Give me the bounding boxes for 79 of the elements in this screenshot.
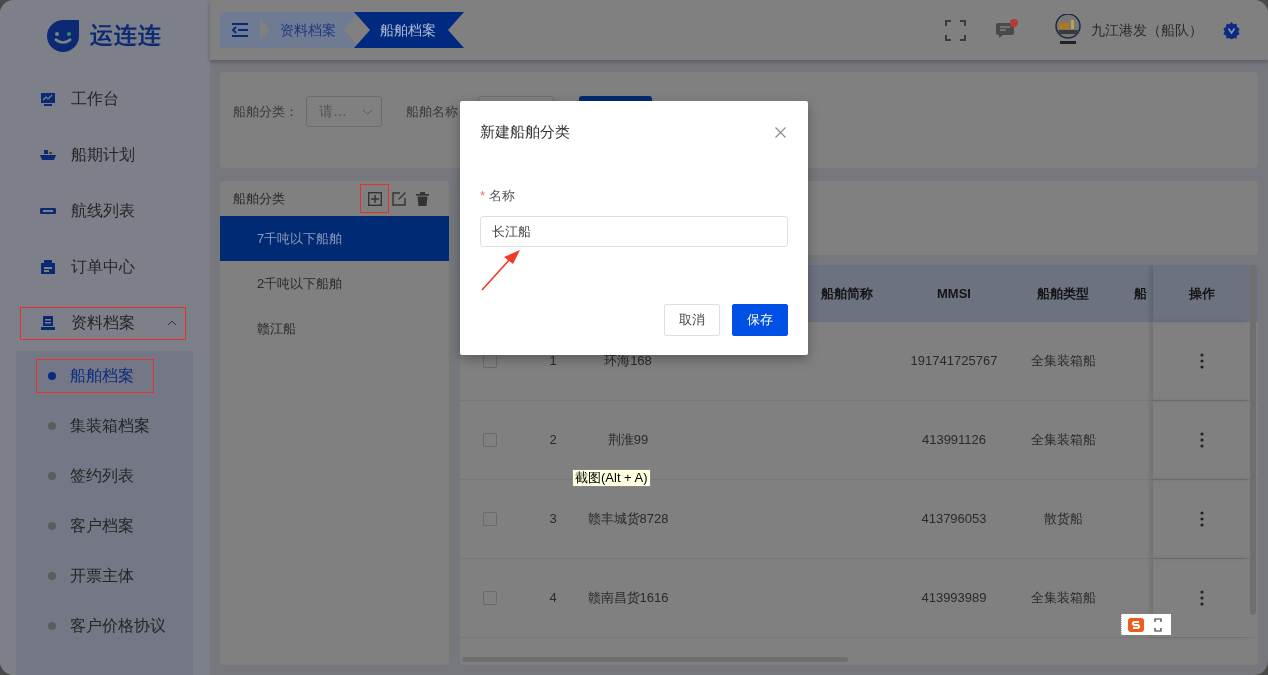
- dialog-title: 新建船舶分类: [480, 121, 570, 142]
- table-cell-text: 413796053: [920, 510, 988, 529]
- menu-toggle-button[interactable]: [220, 12, 260, 48]
- document-stack-icon: [40, 316, 56, 330]
- ship-icon: [40, 149, 56, 161]
- plus-square-icon[interactable]: [367, 191, 382, 206]
- input-method-widget[interactable]: [1121, 614, 1171, 635]
- filter-label: 船舶名称: [406, 103, 459, 121]
- cancel-button[interactable]: 取消: [664, 304, 720, 336]
- category-item[interactable]: 7千吨以下船舶: [220, 216, 449, 261]
- menu-item[interactable]: 船期计划: [20, 138, 186, 172]
- field-label: 名称: [489, 187, 516, 206]
- logo-icon: [46, 18, 80, 53]
- bullet-icon: [48, 522, 56, 530]
- bullet-icon: [48, 622, 56, 630]
- panel-title: 船舶分类: [233, 189, 286, 208]
- table-cell-text: 191741725767: [909, 352, 999, 371]
- chart-monitor-icon: [40, 92, 56, 106]
- table-cell-text: 3: [548, 510, 558, 529]
- bullet-icon: [48, 372, 56, 380]
- table-cell-text: 413993989: [920, 589, 988, 608]
- save-button[interactable]: 保存: [732, 304, 788, 336]
- table-cell-text: 散货船: [1042, 510, 1084, 529]
- menu-item[interactable]: 航线列表: [20, 194, 186, 228]
- input-method-logo-icon[interactable]: [1128, 617, 1144, 632]
- more-icon[interactable]: [1199, 432, 1204, 448]
- table-cell-text: 4: [548, 589, 558, 608]
- add-button[interactable]: [360, 184, 389, 213]
- column-header: 船: [1133, 284, 1148, 303]
- bullet-icon: [48, 572, 56, 580]
- table-cell-text: 赣南昌货1616: [586, 589, 670, 608]
- submenu-item[interactable]: 客户档案: [36, 509, 154, 543]
- bullet-icon: [48, 422, 56, 430]
- category-item[interactable]: 2千吨以下船舶: [220, 261, 449, 306]
- user-name[interactable]: 九江港发（船队）: [1091, 19, 1203, 41]
- menu-item[interactable]: 订单中心: [20, 250, 186, 284]
- submenu-item[interactable]: 客户价格协议: [36, 609, 173, 643]
- table-cell-text: 1: [548, 352, 558, 371]
- avatar-icon[interactable]: [1054, 14, 1082, 46]
- required-mark: *: [480, 187, 486, 206]
- trash-icon[interactable]: [416, 191, 429, 206]
- bullet-icon: [48, 472, 56, 480]
- column-header: 操作: [1153, 265, 1250, 322]
- table-cell-text: 环海168: [603, 352, 653, 371]
- tooltip: 截图(Alt + A): [572, 469, 651, 487]
- table-cell-text: 全集装箱船: [1029, 589, 1097, 608]
- chevron-icon: [167, 320, 177, 326]
- table-cell-text: 2: [548, 431, 558, 450]
- category-item[interactable]: 赣江船: [220, 306, 449, 351]
- edit-icon[interactable]: [391, 191, 406, 206]
- verified-badge-icon: [1223, 21, 1240, 39]
- close-button[interactable]: [773, 125, 787, 139]
- name-input-field[interactable]: 长江船: [480, 216, 788, 247]
- table-cell-text: 全集装箱船: [1029, 431, 1097, 450]
- chevron-icon: [362, 108, 373, 115]
- breadcrumb-tab[interactable]: 船舶档案: [354, 12, 464, 48]
- submenu-item[interactable]: 开票主体: [36, 559, 154, 593]
- card-icon: [40, 206, 56, 216]
- more-icon[interactable]: [1199, 511, 1204, 527]
- fullscreen-icon[interactable]: [945, 19, 966, 41]
- filter-label: 船舶分类：: [233, 103, 299, 121]
- submenu-item[interactable]: 签约列表: [36, 459, 154, 493]
- more-icon[interactable]: [1199, 590, 1204, 606]
- table-cell-text: 413991126: [920, 431, 988, 450]
- table-cell-text: 全集装箱船: [1029, 352, 1097, 371]
- menu-collapse-icon[interactable]: [231, 23, 249, 37]
- menu-item[interactable]: 工作台: [20, 82, 186, 116]
- submenu-item[interactable]: 船舶档案: [36, 359, 154, 393]
- column-header: 船舶类型: [1036, 284, 1090, 303]
- screenshot-icon[interactable]: [1154, 617, 1162, 632]
- table-cell-text: 赣丰城货8728: [586, 510, 670, 529]
- submenu-item[interactable]: 集装箱档案: [36, 409, 157, 443]
- column-header: 船舶简称: [820, 284, 874, 303]
- clipboard-icon: [40, 259, 56, 275]
- more-icon[interactable]: [1199, 353, 1204, 369]
- column-header: MMSI: [936, 284, 972, 303]
- logo-text: 运连连: [90, 21, 162, 51]
- menu-item[interactable]: 资料档案: [20, 306, 186, 340]
- table-cell-text: 荆淮99: [606, 431, 650, 450]
